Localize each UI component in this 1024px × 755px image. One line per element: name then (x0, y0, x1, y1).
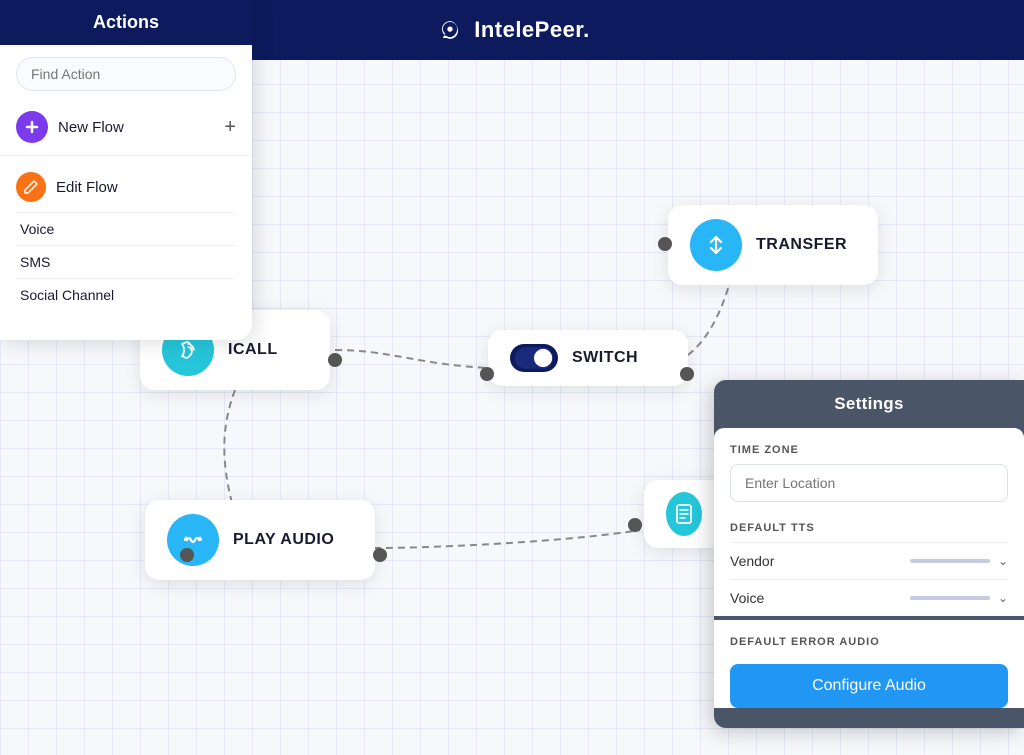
logo-text: IntelePeer. (474, 17, 590, 43)
new-flow-plus-button[interactable]: + (224, 116, 236, 139)
new-flow-row[interactable]: New Flow + (0, 103, 252, 156)
sidebar: Actions New Flow + Edit Flow Voice SMS S… (0, 0, 252, 340)
default-error-audio-label: DEFAULT ERROR AUDIO (730, 636, 1008, 648)
partial-node (644, 480, 724, 548)
transfer-node[interactable]: TRANSFER (668, 205, 878, 285)
find-action-input[interactable] (16, 57, 236, 91)
icall-label: ICALL (228, 341, 278, 359)
sidebar-section: Edit Flow Voice SMS Social Channel (0, 156, 252, 315)
timezone-label: TIME ZONE (730, 444, 1008, 456)
vendor-dropdown-control[interactable]: ⌄ (910, 554, 1008, 568)
switch-toggle-icon (510, 344, 558, 372)
sidebar-item-social-channel[interactable]: Social Channel (16, 278, 236, 311)
vendor-label: Vendor (730, 553, 774, 569)
sidebar-item-voice[interactable]: Voice (16, 212, 236, 245)
voice-dropdown-row[interactable]: Voice ⌄ (730, 579, 1008, 616)
connector-dot-switch-right (680, 367, 694, 381)
switch-node[interactable]: SWITCH (488, 330, 688, 386)
settings-title: Settings (714, 380, 1024, 428)
voice-chevron-down-icon: ⌄ (998, 591, 1008, 605)
vendor-dropdown-row[interactable]: Vendor ⌄ (730, 542, 1008, 579)
vendor-chevron-down-icon: ⌄ (998, 554, 1008, 568)
timezone-input[interactable] (730, 464, 1008, 502)
transfer-icon-circle (690, 219, 742, 271)
intelepeer-logo-icon (434, 14, 466, 46)
connector-dot-icall-right (328, 353, 342, 367)
play-audio-label: PLAY AUDIO (233, 531, 334, 549)
sidebar-item-sms[interactable]: SMS (16, 245, 236, 278)
connector-dot-switch-left (480, 367, 494, 381)
vendor-dropdown-bar (910, 559, 990, 563)
partial-node-icon (666, 492, 702, 536)
transfer-arrows-icon (702, 231, 730, 259)
voice-dropdown-control[interactable]: ⌄ (910, 591, 1008, 605)
edit-flow-icon (16, 172, 46, 202)
voice-label: Voice (730, 590, 764, 606)
connector-dot-playaudio-right (373, 548, 387, 562)
connector-dot-transfer-left (658, 237, 672, 251)
sidebar-title: Actions (0, 0, 252, 45)
edit-icon (23, 179, 39, 195)
connector-dot-partial (628, 518, 642, 532)
switch-label: SWITCH (572, 349, 638, 367)
sidebar-search-container (0, 45, 252, 103)
transfer-label: TRANSFER (756, 236, 847, 254)
default-tts-label: DEFAULT TTS (730, 522, 1008, 534)
plus-circle-icon (23, 118, 41, 136)
edit-flow-row[interactable]: Edit Flow (16, 168, 236, 212)
new-flow-label: New Flow (58, 119, 214, 136)
configure-audio-button[interactable]: Configure Audio (730, 664, 1008, 708)
timezone-section: TIME ZONE (730, 444, 1008, 518)
play-audio-node[interactable]: PLAY AUDIO (145, 500, 375, 580)
settings-body: TIME ZONE DEFAULT TTS Vendor ⌄ Voice ⌄ (714, 428, 1024, 616)
toggle-switch-icon (514, 345, 554, 371)
edit-flow-label: Edit Flow (56, 179, 118, 196)
connector-dot-playaudio-left (180, 548, 194, 562)
header-logo: IntelePeer. (434, 14, 590, 46)
settings-panel: Settings TIME ZONE DEFAULT TTS Vendor ⌄ … (714, 380, 1024, 728)
voice-dropdown-bar (910, 596, 990, 600)
default-tts-section: DEFAULT TTS Vendor ⌄ Voice ⌄ (730, 522, 1008, 616)
partial-node-doc-icon (672, 502, 696, 526)
new-flow-icon (16, 111, 48, 143)
settings-footer: DEFAULT ERROR AUDIO Configure Audio (714, 620, 1024, 708)
icall-phone-icon (174, 336, 202, 364)
